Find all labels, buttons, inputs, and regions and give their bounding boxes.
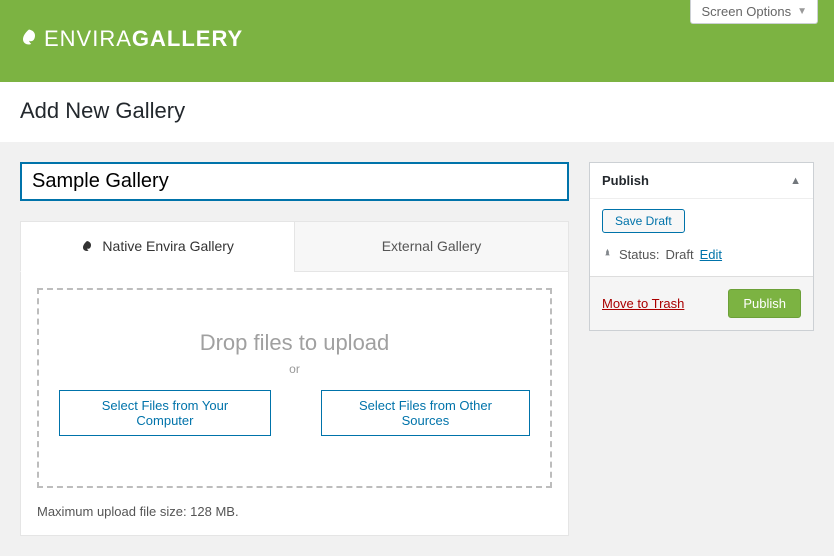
dropzone-buttons: Select Files from Your Computer Select F…	[59, 390, 530, 436]
move-to-trash-link[interactable]: Move to Trash	[602, 296, 684, 311]
publish-body: Save Draft Status: Draft Edit Move to Tr…	[590, 199, 813, 330]
screen-options-label: Screen Options	[701, 4, 791, 19]
publish-button[interactable]: Publish	[728, 289, 801, 318]
leaf-icon	[81, 241, 96, 255]
publish-footer: Move to Trash Publish	[590, 276, 813, 330]
edit-status-link[interactable]: Edit	[700, 247, 722, 262]
publish-header: Publish ▲	[590, 163, 813, 199]
gallery-title-input[interactable]	[20, 162, 569, 201]
dropzone-or: or	[59, 362, 530, 376]
select-files-other-button[interactable]: Select Files from Other Sources	[321, 390, 530, 436]
tab-external-label: External Gallery	[382, 238, 482, 254]
tab-panel-native: Drop files to upload or Select Files fro…	[20, 272, 569, 536]
tab-external-gallery[interactable]: External Gallery	[294, 221, 569, 272]
screen-options-button[interactable]: Screen Options ▼	[690, 0, 818, 24]
status-value: Draft	[665, 247, 693, 262]
page-title: Add New Gallery	[20, 98, 814, 124]
gallery-source-tabs: Native Envira Gallery External Gallery	[20, 221, 569, 272]
leaf-icon	[20, 26, 38, 52]
dropzone-title: Drop files to upload	[59, 330, 530, 356]
upload-dropzone[interactable]: Drop files to upload or Select Files fro…	[37, 288, 552, 488]
page-title-bar: Add New Gallery	[0, 82, 834, 142]
select-files-computer-button[interactable]: Select Files from Your Computer	[59, 390, 271, 436]
logo-text-bold: GALLERY	[132, 26, 243, 52]
tab-native-label: Native Envira Gallery	[102, 238, 234, 254]
title-input-wrap	[20, 162, 569, 201]
status-label: Status:	[619, 247, 659, 262]
brand-header: Screen Options ▼ ENVIRAGALLERY	[0, 0, 834, 82]
save-draft-button[interactable]: Save Draft	[602, 209, 685, 233]
pin-icon	[602, 247, 613, 262]
caret-down-icon: ▼	[797, 6, 807, 17]
tab-native-gallery[interactable]: Native Envira Gallery	[20, 221, 294, 272]
collapse-toggle-icon[interactable]: ▲	[790, 175, 801, 187]
status-row: Status: Draft Edit	[602, 247, 801, 262]
publish-title: Publish	[602, 173, 649, 188]
logo-text-light: ENVIRA	[44, 26, 132, 52]
publish-metabox: Publish ▲ Save Draft Status: Draft Edit …	[589, 162, 814, 331]
